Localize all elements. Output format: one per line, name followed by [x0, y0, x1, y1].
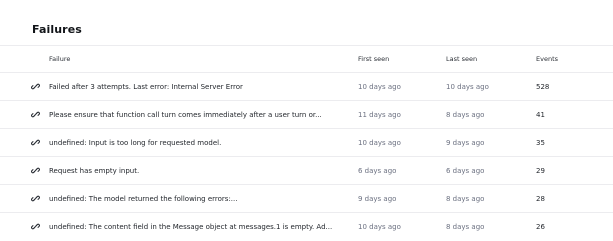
- failures-table: Failure First seen Last seen Events Fail…: [0, 46, 613, 240]
- events-cell: 26: [536, 222, 545, 231]
- header-icon-spacer: [0, 46, 49, 73]
- row-icon-cell: [0, 213, 49, 241]
- events-cell: 528: [536, 72, 613, 101]
- first-seen-cell: 10 days ago: [358, 222, 401, 231]
- first-seen-cell: 6 days ago: [358, 156, 446, 185]
- link-icon: [31, 111, 40, 118]
- first-seen-cell: 10 days ago: [358, 128, 446, 157]
- last-seen-cell: 8 days ago: [446, 100, 536, 129]
- failure-cell[interactable]: Request has empty input.: [49, 156, 358, 185]
- row-icon-cell: [0, 184, 49, 213]
- failure-message[interactable]: undefined: Input is too long for request…: [49, 139, 341, 147]
- first-seen-cell: 10 days ago: [358, 72, 446, 101]
- row-icon-cell: [0, 72, 49, 101]
- link-icon: [31, 139, 40, 146]
- table-row[interactable]: Failed after 3 attempts. Last error: Int…: [0, 72, 613, 101]
- column-header-first-seen[interactable]: First seen: [358, 46, 446, 73]
- failure-cell[interactable]: Please ensure that function call turn co…: [49, 100, 358, 129]
- first-seen-cell: 9 days ago: [358, 184, 446, 213]
- link-icon: [31, 83, 40, 90]
- column-header-failure[interactable]: Failure: [49, 46, 358, 73]
- events-cell: 28: [536, 184, 613, 213]
- events-cell: 29: [536, 156, 613, 185]
- link-icon: [31, 223, 40, 230]
- failure-cell[interactable]: undefined: Input is too long for request…: [49, 128, 358, 157]
- link-icon: [31, 167, 40, 174]
- last-seen-cell: 9 days ago: [446, 128, 536, 157]
- table-row[interactable]: undefined: The model returned the follow…: [0, 184, 613, 213]
- failure-message[interactable]: Request has empty input.: [49, 167, 341, 175]
- events-cell: 41: [536, 100, 613, 129]
- row-icon-cell: [0, 128, 49, 157]
- table-header-row: Failure First seen Last seen Events: [0, 46, 613, 73]
- failure-cell[interactable]: Failed after 3 attempts. Last error: Int…: [49, 72, 358, 101]
- table-row[interactable]: Please ensure that function call turn co…: [0, 100, 613, 129]
- failures-panel: Failures Failure First seen Last seen Ev…: [0, 0, 613, 241]
- last-seen-cell: 6 days ago: [446, 156, 536, 185]
- column-header-last-seen[interactable]: Last seen: [446, 46, 536, 73]
- section-title: Failures: [32, 23, 82, 36]
- row-icon-cell: [0, 100, 49, 129]
- table-row[interactable]: undefined: The content field in the Mess…: [0, 213, 613, 241]
- last-seen-cell: 8 days ago: [446, 222, 485, 231]
- failure-message[interactable]: undefined: The content field in the Mess…: [49, 223, 341, 231]
- failure-message[interactable]: Failed after 3 attempts. Last error: Int…: [49, 83, 341, 91]
- failure-cell[interactable]: undefined: The model returned the follow…: [49, 184, 358, 213]
- last-seen-cell: 8 days ago: [446, 184, 536, 213]
- events-cell: 35: [536, 128, 613, 157]
- link-icon: [31, 195, 40, 202]
- last-seen-cell: 10 days ago: [446, 72, 536, 101]
- row-icon-cell: [0, 156, 49, 185]
- failure-message[interactable]: undefined: The model returned the follow…: [49, 195, 341, 203]
- failure-message[interactable]: Please ensure that function call turn co…: [49, 111, 341, 119]
- first-seen-cell: 11 days ago: [358, 100, 446, 129]
- table-row[interactable]: Request has empty input. 6 days ago 6 da…: [0, 156, 613, 185]
- table-row[interactable]: undefined: Input is too long for request…: [0, 128, 613, 157]
- failure-cell[interactable]: undefined: The content field in the Mess…: [49, 213, 358, 241]
- column-header-events[interactable]: Events: [536, 46, 613, 73]
